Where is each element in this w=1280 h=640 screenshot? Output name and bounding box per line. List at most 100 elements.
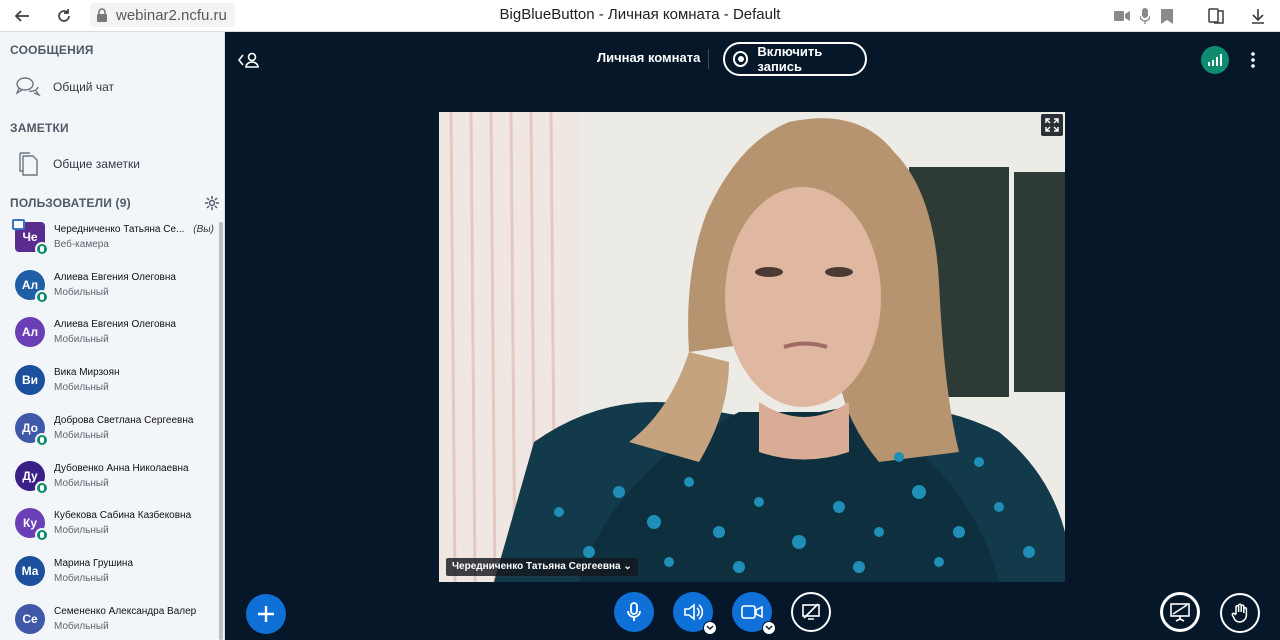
user-status: Мобильный	[54, 525, 109, 537]
connection-status-icon[interactable]	[1201, 46, 1229, 74]
user-list-item[interactable]: Се Семененко Александра Валер Мобильный	[0, 603, 218, 640]
record-label: Включить запись	[757, 44, 823, 74]
actions-button[interactable]	[246, 594, 286, 634]
shared-notes-item[interactable]: Общие заметки	[0, 144, 224, 184]
user-name-text: Алиева Евгения Олеговна	[54, 319, 176, 331]
webcam-options-chevron-icon[interactable]	[762, 621, 776, 635]
avatar-initials: Ку	[23, 516, 37, 531]
bookmark-icon[interactable]	[1157, 6, 1177, 26]
user-name-text: Вика Мирзоян	[54, 367, 120, 379]
microphone-status-icon	[35, 289, 49, 304]
presentation-toggle-button[interactable]	[1160, 592, 1200, 632]
users-list[interactable]: Че Чередниченко Татьяна Се... (Вы) Веб-каме…	[0, 219, 224, 640]
avatar-initials: Ви	[21, 373, 39, 388]
video-camera-icon	[741, 605, 763, 619]
avatar: Че	[12, 219, 49, 256]
user-name-text: Доброва Светлана Сергеевна	[54, 414, 194, 426]
user-list-item[interactable]: До Доброва Светлана Сергеевна Мобильный	[0, 412, 218, 460]
avatar: Ку	[15, 508, 49, 543]
user-name: Чередниченко Татьяна Се... (Вы)	[54, 224, 214, 235]
audio-button[interactable]	[673, 592, 717, 635]
notes-icon	[14, 150, 42, 178]
microphone-indicator-icon[interactable]	[1135, 6, 1155, 26]
webcam-video[interactable]: Чередниченко Татьяна Сергеевна ⌄	[439, 112, 1065, 582]
fullscreen-button[interactable]	[1041, 114, 1063, 136]
user-status: Мобильный	[54, 572, 109, 584]
avatar: Се	[15, 603, 45, 634]
avatar: Ма	[15, 555, 45, 586]
back-arrow-icon[interactable]	[12, 6, 32, 26]
sidebar: СООБЩЕНИЯ Общий чат ЗАМЕТКИ Общие заметк…	[0, 32, 225, 640]
mute-microphone-button[interactable]	[614, 592, 654, 632]
avatar: Ви	[15, 365, 45, 396]
user-name-text: Чередниченко Татьяна Се...	[54, 224, 185, 235]
microphone-status-icon	[35, 242, 49, 256]
webcam-user-name[interactable]: Чередниченко Татьяна Сергеевна ⌄	[446, 558, 638, 576]
plus-icon	[258, 606, 274, 622]
user-name-text: Марина Грушина	[54, 557, 134, 569]
topbar-divider	[708, 49, 709, 69]
share-webcam-button[interactable]	[732, 592, 776, 635]
main-area: Личная комната Включить запись Чередниче…	[225, 32, 1280, 640]
public-chat-label: Общий чат	[53, 80, 114, 94]
address-bar[interactable]: webinar2.ncfu.ru	[90, 3, 235, 27]
user-list-item[interactable]: Ал Алиева Евгения Олеговна Мобильный	[0, 269, 218, 317]
user-list-item[interactable]: Ку Кубекова Сабина Казбековна Мобильный	[0, 508, 218, 555]
audio-options-chevron-icon[interactable]	[703, 621, 717, 635]
lock-icon	[97, 8, 107, 22]
user-list-item[interactable]: Ма Марина Грушина Мобильный	[0, 555, 218, 603]
scrollbar-thumb[interactable]	[219, 222, 223, 640]
microphone-status-icon	[35, 528, 49, 543]
share-screen-button[interactable]	[791, 592, 831, 632]
user-list-item[interactable]: Ви Вика Мирзоян Мобильный	[0, 365, 218, 412]
avatar-initials: Ал	[21, 325, 39, 340]
avatar-initials: Ал	[21, 277, 39, 292]
user-status: Мобильный	[54, 477, 109, 489]
start-recording-button[interactable]: Включить запись	[723, 42, 867, 76]
screen-share-off-icon	[802, 603, 820, 620]
user-name: Алиева Евгения Олеговна	[54, 319, 214, 330]
user-name-text: Кубекова Сабина Казбековна	[54, 510, 192, 522]
presentation-icon	[1170, 603, 1190, 622]
user-status: Мобильный	[54, 286, 109, 298]
options-menu-icon[interactable]	[1245, 50, 1261, 70]
user-name: Дубовенко Анна Николаевна	[54, 463, 214, 474]
users-scrollbar[interactable]	[219, 222, 223, 640]
presenter-icon	[12, 219, 25, 230]
chat-icon	[14, 73, 42, 101]
user-list-item[interactable]: Ду Дубовенко Анна Николаевна Мобильный	[0, 460, 218, 508]
messages-section-title: СООБЩЕНИЯ	[10, 43, 94, 57]
avatar-initials: Ма	[21, 563, 39, 578]
gear-icon[interactable]	[204, 195, 220, 211]
microphone-status-icon	[35, 432, 49, 447]
user-name-text: Дубовенко Анна Николаевна	[54, 462, 189, 474]
shared-notes-label: Общие заметки	[53, 157, 140, 171]
user-name: Вика Мирзоян	[54, 367, 214, 378]
fullscreen-icon	[1045, 118, 1059, 132]
user-name-text: Семененко Александра Валер	[54, 605, 197, 617]
avatar: Ал	[15, 269, 49, 304]
user-status: Веб-камера	[54, 239, 109, 250]
download-icon[interactable]	[1248, 6, 1268, 26]
avatar-initials: До	[21, 420, 39, 435]
speaker-icon	[684, 603, 703, 621]
public-chat-item[interactable]: Общий чат	[0, 67, 224, 107]
user-name: Алиева Евгения Олеговна	[54, 272, 214, 283]
avatar: До	[15, 412, 49, 447]
camera-indicator-icon[interactable]	[1112, 6, 1132, 26]
user-name: Доброва Светлана Сергеевна	[54, 415, 214, 426]
user-list-item[interactable]: Че Чередниченко Татьяна Се... (Вы) Веб-каме…	[0, 219, 218, 269]
hand-icon	[1231, 603, 1248, 623]
avatar-initials: Че	[22, 230, 38, 244]
collections-icon[interactable]	[1207, 6, 1227, 26]
user-status: Мобильный	[54, 429, 109, 441]
reload-icon[interactable]	[54, 6, 74, 26]
avatar-initials: Се	[22, 611, 38, 626]
avatar: Ал	[15, 317, 45, 348]
url-text: webinar2.ncfu.ru	[116, 6, 227, 24]
toggle-userlist-icon[interactable]	[237, 50, 261, 70]
raise-hand-button[interactable]	[1220, 593, 1260, 633]
avatar-initials: Ду	[22, 468, 38, 483]
notes-section-title: ЗАМЕТКИ	[10, 121, 69, 135]
user-list-item[interactable]: Ал Алиева Евгения Олеговна Мобильный	[0, 317, 218, 364]
